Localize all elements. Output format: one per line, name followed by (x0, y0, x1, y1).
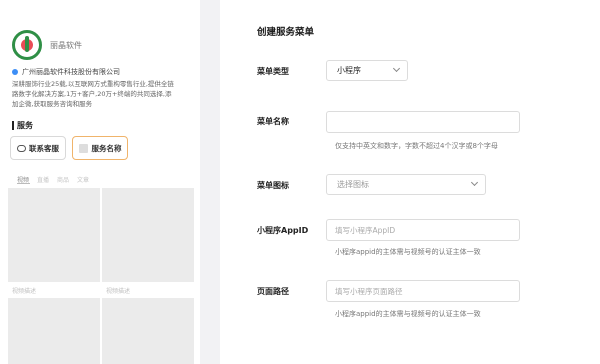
menu-icon-select[interactable]: 选择图标 (326, 174, 486, 195)
appid-input[interactable] (326, 219, 520, 241)
video-tile[interactable] (102, 298, 194, 364)
contact-service-button[interactable]: 联系客服 (10, 136, 66, 160)
company-verification: 广州丽晶软件科技股份有限公司 (12, 67, 120, 77)
brand-logo-icon (12, 30, 42, 60)
company-name: 广州丽晶软件科技股份有限公司 (22, 68, 120, 76)
video-tile[interactable] (102, 188, 194, 282)
menu-name-input[interactable] (326, 111, 520, 133)
menu-type-label: 菜单类型 (257, 67, 289, 76)
tab-articles[interactable]: 文章 (77, 175, 89, 184)
service-name-button[interactable]: 服务名称 (72, 136, 128, 160)
channel-description: 深耕服饰行业25载,以互联网方式重构零售行业,提供全链 路数字化解决方案,1万+… (12, 80, 174, 108)
menu-type-value: 小程序 (337, 66, 361, 75)
create-service-menu-form: 创建服务菜单 菜单类型 小程序 菜单名称 仅支持中英文和数字，字数不超过4个汉字… (220, 0, 600, 364)
chat-icon (17, 144, 26, 152)
video-tile-caption: 视频描述 (106, 288, 131, 295)
video-tile-caption: 视频描述 (12, 288, 37, 295)
verified-icon (12, 69, 18, 75)
channel-preview: 丽晶软件 广州丽晶软件科技股份有限公司 深耕服饰行业25载,以互联网方式重构零售… (0, 0, 200, 364)
page-path-label: 页面路径 (257, 287, 289, 296)
brand-header: 丽晶软件 (12, 30, 82, 60)
page-path-hint: 小程序appid的主体需与视频号的认证主体一致 (335, 310, 481, 318)
menu-name-label: 菜单名称 (257, 117, 289, 126)
menu-name-hint: 仅支持中英文和数字，字数不超过4个汉字或8个字母 (335, 142, 498, 150)
service-name-label: 服务名称 (91, 143, 122, 153)
video-tile[interactable] (8, 298, 100, 364)
chevron-down-icon (392, 64, 401, 73)
menu-type-select[interactable]: 小程序 (326, 60, 408, 81)
appid-hint: 小程序appid的主体需与视频号的认证主体一致 (335, 248, 481, 256)
menu-icon-placeholder: 选择图标 (337, 180, 369, 189)
video-tile[interactable] (8, 188, 100, 282)
brand-name: 丽晶软件 (50, 40, 82, 50)
contact-service-label: 联系客服 (29, 143, 59, 153)
active-tab-indicator (17, 183, 30, 184)
tab-products[interactable]: 商品 (57, 175, 69, 184)
chevron-down-icon (470, 178, 479, 187)
menu-icon-placeholder-icon (78, 143, 88, 153)
menu-icon-label: 菜单图标 (257, 181, 289, 190)
appid-label: 小程序AppID (257, 226, 309, 235)
form-title: 创建服务菜单 (257, 27, 315, 38)
services-title: 服务 (12, 121, 33, 130)
tab-live[interactable]: 直播 (37, 175, 49, 184)
page-path-input[interactable] (326, 280, 520, 302)
